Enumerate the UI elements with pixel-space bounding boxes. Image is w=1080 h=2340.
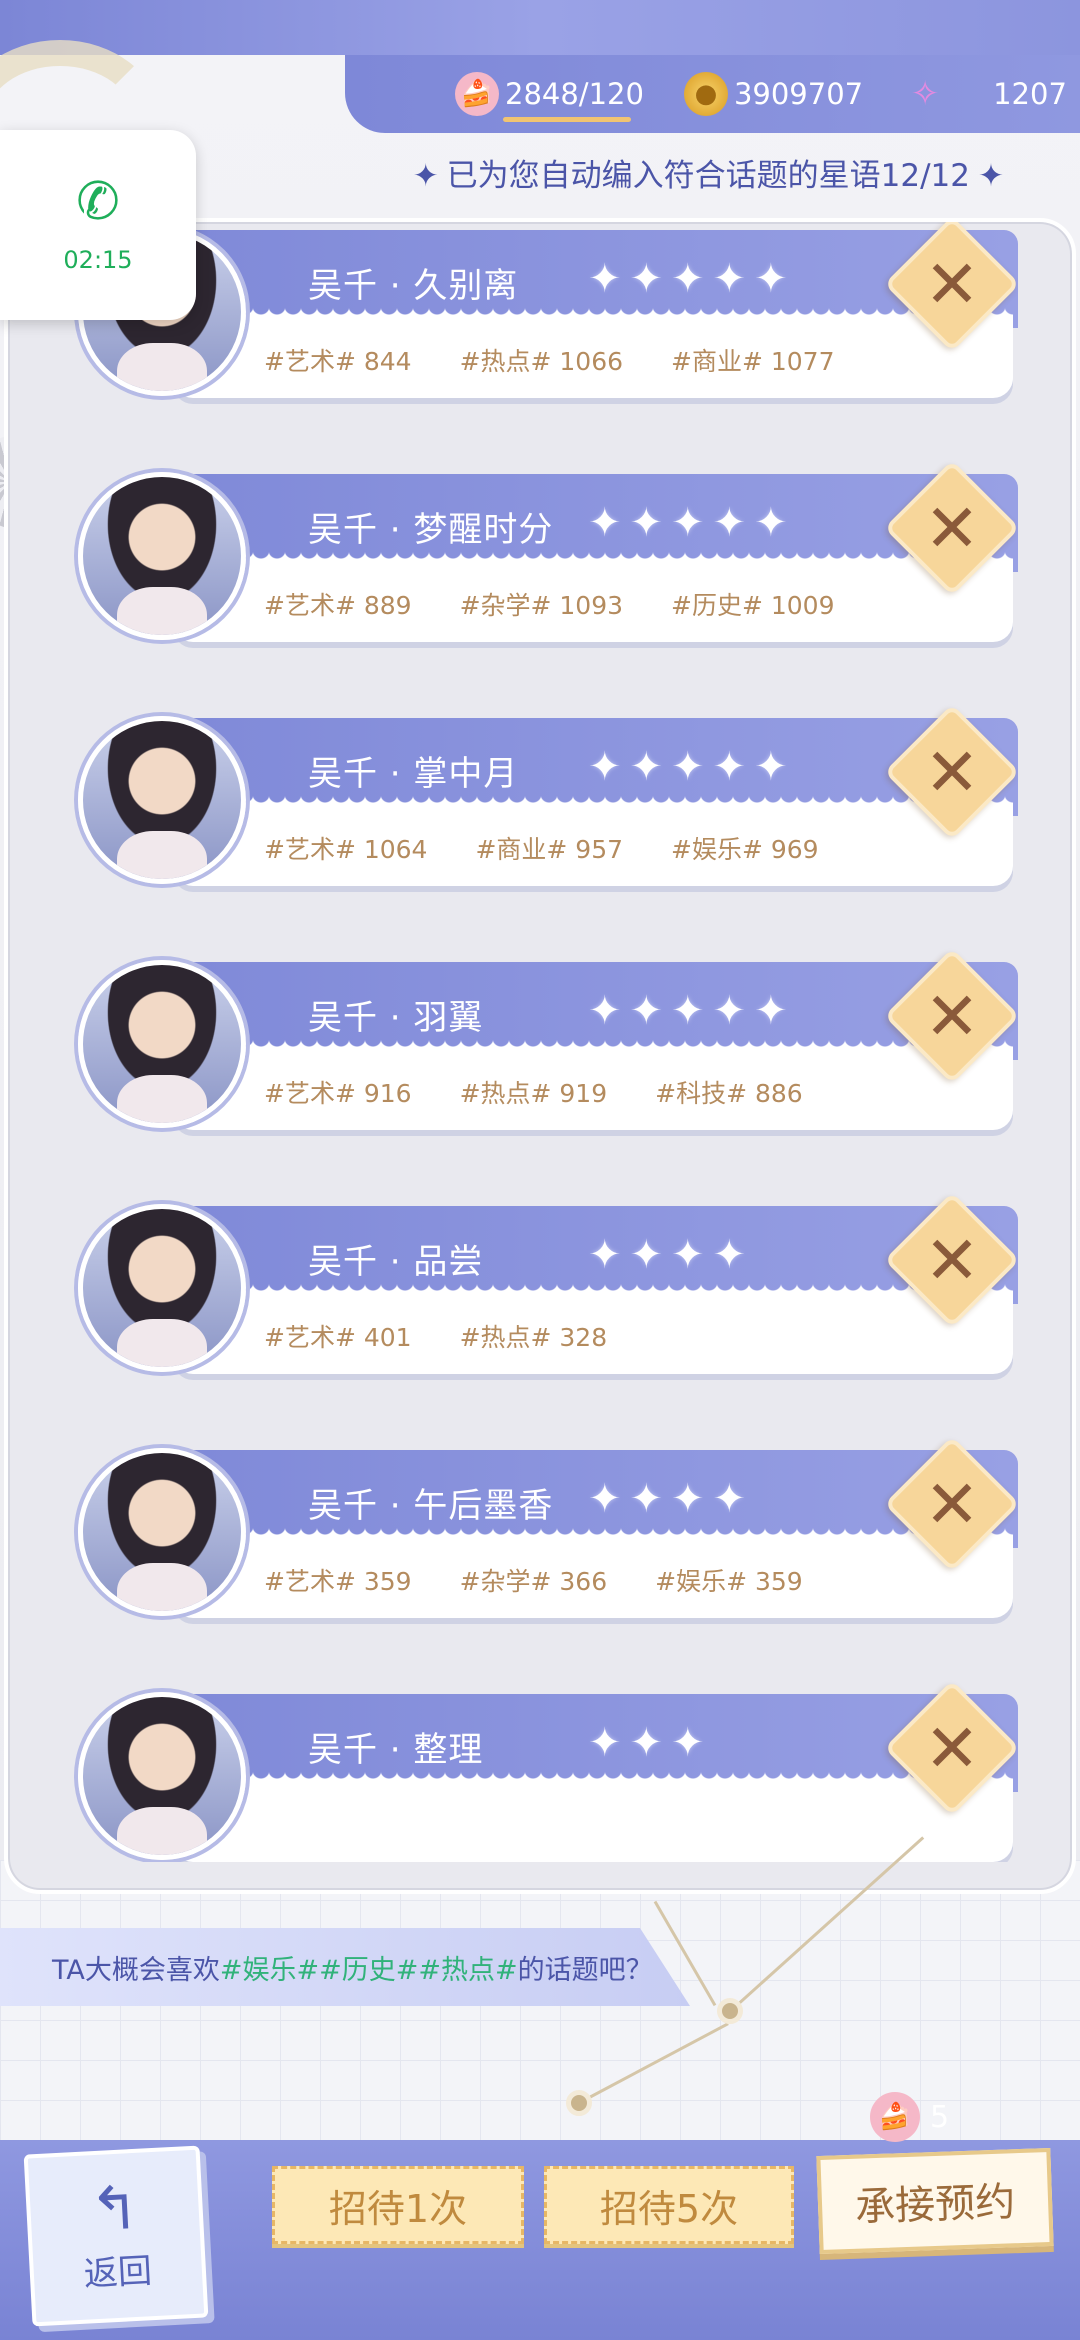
phone-icon: ✆ bbox=[76, 172, 120, 232]
topic-tag: #历史# 1009 bbox=[671, 591, 835, 620]
coin-counter[interactable]: ● 3909707 bbox=[683, 72, 864, 116]
sparkle-icon: ✦ bbox=[412, 158, 439, 194]
cake-cost: 🍰 5 bbox=[870, 2092, 949, 2142]
topic-tag: #杂学# 366 bbox=[459, 1567, 608, 1596]
topic-tag: #杂学# 1093 bbox=[459, 591, 624, 620]
star-word-card[interactable]: 吴千 · 掌中月 ✦✦✦✦✦ #艺术# 1064 #商业# 957 #娱乐# 969 ✕ bbox=[8, 660, 1072, 886]
star-word-card[interactable]: 吴千 · 整理 ✦✦✦ ✕ bbox=[8, 1636, 1072, 1862]
star-word-card[interactable]: 吴千 · 午后墨香 ✦✦✦✦ #艺术# 359 #杂学# 366 #娱乐# 359 ✕ bbox=[8, 1392, 1072, 1618]
topic-tag: #娱乐# 969 bbox=[671, 835, 819, 864]
receive-five-button[interactable]: 招待5次 bbox=[544, 2166, 794, 2244]
card-list[interactable]: 吴千 · 久别离 ✦✦✦✦✦ #艺术# 844 #热点# 1066 #商业# 1077 ✕… bbox=[8, 222, 1072, 1862]
topic-tag: #艺术# 1064 bbox=[264, 835, 428, 864]
coin-value: 3909707 bbox=[733, 77, 864, 111]
topic-tags: #艺术# 359 #杂学# 366 #娱乐# 359 bbox=[264, 1562, 851, 1598]
card-title: 吴千 · 整理 bbox=[308, 1730, 484, 1770]
close-icon: ✕ bbox=[924, 1709, 980, 1787]
stamina-counter[interactable]: 🍰 2848/120 bbox=[455, 72, 644, 122]
topic-tag: #艺术# 401 bbox=[264, 1323, 412, 1352]
card-title: 吴千 · 羽翼 bbox=[308, 998, 484, 1038]
topic-tag: #艺术# 889 bbox=[264, 591, 412, 620]
topic-hint: TA大概会喜欢 #娱乐##历史##热点# 的话题吧？ bbox=[0, 1928, 690, 2006]
hint-prefix: TA大概会喜欢 bbox=[52, 1954, 220, 1986]
call-timer: 02:15 bbox=[63, 246, 133, 274]
character-avatar bbox=[78, 1692, 246, 1860]
character-avatar bbox=[78, 716, 246, 884]
close-icon: ✕ bbox=[924, 489, 980, 567]
character-avatar bbox=[78, 960, 246, 1128]
gem-value: 1207 bbox=[993, 77, 1067, 111]
star-rating: ✦✦✦✦✦ bbox=[588, 988, 796, 1034]
top-band bbox=[0, 0, 1080, 60]
close-icon: ✕ bbox=[924, 1465, 980, 1543]
star-rating: ✦✦✦✦ bbox=[588, 1476, 755, 1522]
card-title: 吴千 · 梦醒时分 bbox=[308, 510, 554, 550]
topic-tags: #艺术# 889 #杂学# 1093 #历史# 1009 bbox=[264, 586, 883, 622]
back-label: 返回 bbox=[82, 2250, 153, 2295]
gem-counter[interactable]: ✧ bbox=[903, 72, 953, 116]
topic-tags: #艺术# 1064 #商业# 957 #娱乐# 969 bbox=[264, 830, 867, 866]
hint-topics: #娱乐##历史##热点# bbox=[219, 1954, 518, 1986]
card-tag-strip bbox=[173, 1772, 1013, 1862]
topic-tag: #商业# 1077 bbox=[671, 347, 835, 376]
close-icon: ✕ bbox=[924, 977, 980, 1055]
gem-icon: ✧ bbox=[910, 74, 940, 114]
stamina-progress bbox=[503, 117, 631, 122]
coin-icon: ● bbox=[683, 72, 728, 116]
accept-reservation-button[interactable]: 承接预约 bbox=[816, 2147, 1054, 2255]
star-word-card[interactable]: 吴千 · 梦醒时分 ✦✦✦✦✦ #艺术# 889 #杂学# 1093 #历史# 1009… bbox=[8, 416, 1072, 642]
topic-tags: #艺术# 916 #热点# 919 #科技# 886 bbox=[264, 1074, 851, 1110]
star-rating: ✦✦✦ bbox=[588, 1720, 713, 1766]
decor-node bbox=[566, 2090, 592, 2116]
decor-node bbox=[717, 1998, 743, 2024]
sparkle-icon: ✦ bbox=[978, 158, 1004, 194]
star-rating: ✦✦✦✦ bbox=[588, 1232, 755, 1278]
topic-tag: #科技# 886 bbox=[655, 1079, 803, 1108]
card-title: 吴千 · 掌中月 bbox=[308, 754, 519, 794]
topic-tags: #艺术# 401 #热点# 328 bbox=[264, 1318, 655, 1354]
topic-tag: #热点# 328 bbox=[459, 1323, 608, 1352]
close-icon: ✕ bbox=[924, 1221, 980, 1299]
topic-tag: #娱乐# 359 bbox=[655, 1567, 803, 1596]
receive-once-button[interactable]: 招待1次 bbox=[272, 2166, 524, 2244]
topic-tag: #商业# 957 bbox=[475, 835, 624, 864]
cake-count-value: 5 bbox=[930, 2099, 950, 2135]
character-avatar bbox=[78, 472, 246, 640]
star-word-card[interactable]: 吴千 · 品尝 ✦✦✦✦ #艺术# 401 #热点# 328 ✕ bbox=[8, 1148, 1072, 1374]
back-button[interactable]: ↰ 返回 bbox=[23, 2145, 209, 2327]
close-icon: ✕ bbox=[924, 245, 980, 323]
topic-tag: #热点# 1066 bbox=[459, 347, 624, 376]
close-icon: ✕ bbox=[924, 733, 980, 811]
card-title: 吴千 · 品尝 bbox=[308, 1242, 484, 1282]
cake-icon: 🍰 bbox=[870, 2092, 920, 2142]
card-title: 吴千 · 久别离 bbox=[308, 266, 519, 306]
topic-tag: #艺术# 844 bbox=[264, 347, 412, 376]
topic-tags: #艺术# 844 #热点# 1066 #商业# 1077 bbox=[264, 342, 883, 378]
call-widget[interactable]: ✆ 02:15 bbox=[0, 130, 196, 320]
hint-suffix: 的话题吧？ bbox=[517, 1954, 653, 1986]
notice-text: 已为您自动编入符合话题的星语12/12 bbox=[446, 158, 971, 194]
star-rating: ✦✦✦✦✦ bbox=[588, 744, 796, 790]
star-rating: ✦✦✦✦✦ bbox=[588, 500, 796, 546]
topic-tag: #艺术# 916 bbox=[264, 1079, 412, 1108]
gem-value-wrap: 1207 bbox=[993, 77, 1067, 111]
star-rating: ✦✦✦✦✦ bbox=[588, 256, 796, 302]
star-words-list[interactable]: 吴千 · 久别离 ✦✦✦✦✦ #艺术# 844 #热点# 1066 #商业# 1077 ✕… bbox=[4, 218, 1076, 1894]
resource-bar: 🍰 2848/120 ● 3909707 ✧ 1207 bbox=[345, 55, 1080, 133]
topic-tag: #热点# 919 bbox=[459, 1079, 608, 1108]
stamina-value: 2848/120 bbox=[505, 77, 644, 111]
topic-tag: #艺术# 359 bbox=[264, 1567, 412, 1596]
card-title: 吴千 · 午后墨香 bbox=[308, 1486, 554, 1526]
star-word-card[interactable]: 吴千 · 羽翼 ✦✦✦✦✦ #艺术# 916 #热点# 919 #科技# 886 ✕ bbox=[8, 904, 1072, 1130]
return-arrow-icon: ↰ bbox=[87, 2172, 142, 2245]
cake-icon: 🍰 bbox=[455, 72, 499, 116]
character-avatar bbox=[78, 1448, 246, 1616]
character-avatar bbox=[78, 1204, 246, 1372]
